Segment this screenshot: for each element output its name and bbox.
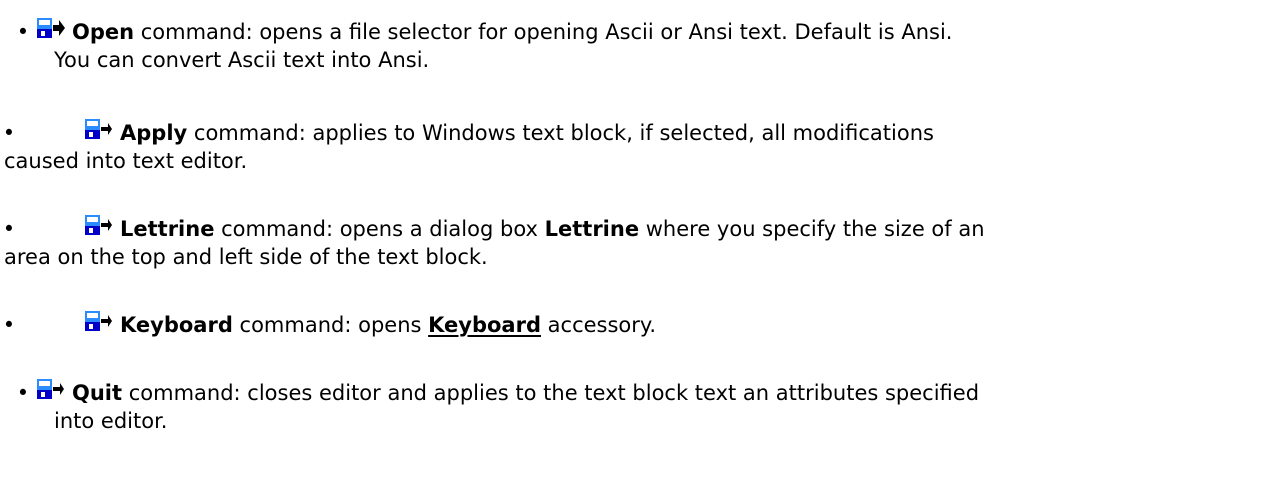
description-text: command: opens a dialog box [214,217,545,241]
description-text-continued: You can convert Ascii text into Ansi. [54,48,430,72]
bullet: • [16,381,30,405]
description-text-continued: caused into text editor. [4,149,248,173]
description-text: accessory. [540,313,657,337]
command-name: Quit [72,381,123,405]
command-name: Open [72,20,135,44]
dialog-name: Lettrine [544,217,640,241]
description-text: where you specify the size of an [639,217,985,241]
command-name: Lettrine [120,217,215,241]
description-text: command: closes editor and applies to th… [122,381,980,405]
list-item-apply: • Apply command: applies to Windows text … [0,115,1266,177]
toolbar-button-icon[interactable] [32,14,66,42]
description-text-continued: into editor. [54,409,168,433]
toolbar-button-icon[interactable] [80,211,114,239]
description-text-continued: area on the top and left side of the tex… [4,245,488,269]
keyboard-link[interactable]: Keyboard [428,313,541,337]
command-name: Keyboard [120,313,233,337]
list-item-open: • Open command: opens a file selector for… [0,14,1266,76]
list-item-keyboard: • Keyboard command: opens Keyboard access… [0,307,1266,338]
bullet: • [2,121,16,145]
bullet: • [16,20,30,44]
list-item-quit: • Quit command: closes editor and applies… [0,375,1266,437]
toolbar-button-icon[interactable] [32,375,66,403]
description-text: command: opens [232,313,429,337]
description-text: command: opens a file selector for openi… [134,20,953,44]
description-text: command: applies to Windows text block, … [187,121,934,145]
list-item-lettrine: • Lettrine command: opens a dialog box Le… [0,211,1266,273]
toolbar-button-icon[interactable] [80,115,114,143]
bullet: • [2,217,16,241]
command-name: Apply [120,121,188,145]
toolbar-button-icon[interactable] [80,307,114,335]
bullet: • [2,313,16,337]
